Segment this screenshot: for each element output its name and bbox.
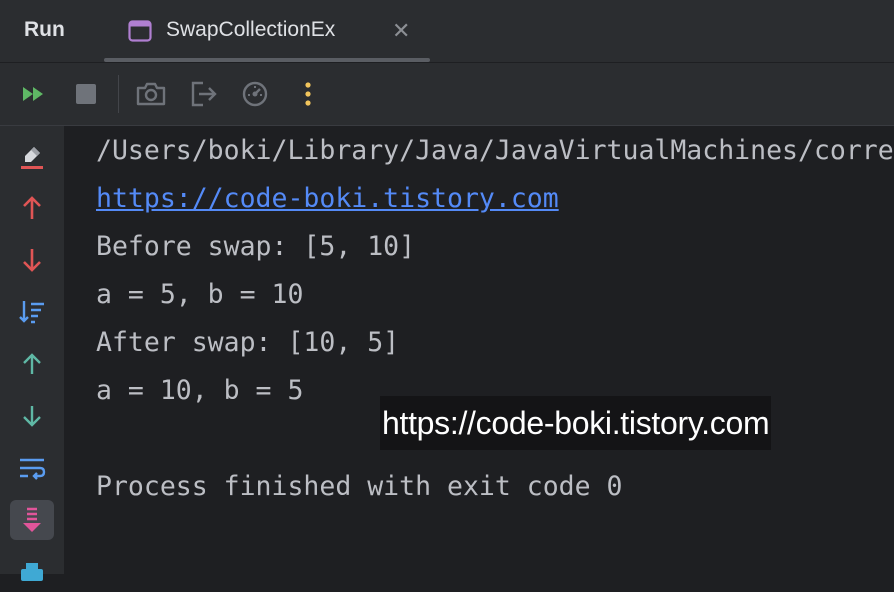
watermark-text: https://code-boki.tistory.com: [380, 396, 772, 450]
tab-selection-indicator: [104, 58, 430, 62]
console-line-before-swap: Before swap: [5, 10]: [96, 231, 416, 262]
tab-swapcollectionex[interactable]: SwapCollectionEx ✕: [104, 0, 430, 62]
tab-label: SwapCollectionEx: [166, 18, 336, 41]
scroll-to-end-icon[interactable]: [10, 500, 54, 540]
console-line-values-after: a = 10, b = 5: [96, 375, 304, 406]
sort-icon[interactable]: [10, 292, 54, 332]
console-output[interactable]: /Users/boki/Library/Java/JavaVirtualMach…: [64, 126, 894, 574]
more-icon[interactable]: [291, 77, 325, 111]
console-window-icon: [128, 20, 152, 47]
up-icon[interactable]: [10, 344, 54, 384]
console-line-process-finished: Process finished with exit code 0: [96, 471, 623, 502]
console-line-after-swap: After swap: [10, 5]: [96, 327, 400, 358]
exit-icon[interactable]: [187, 77, 221, 111]
run-toolbar: [0, 63, 894, 126]
soft-wrap-icon[interactable]: [10, 448, 54, 488]
arrow-down-icon[interactable]: [10, 240, 54, 280]
profiler-icon[interactable]: [238, 77, 272, 111]
console-line-values-before: a = 5, b = 10: [96, 279, 304, 310]
down-icon[interactable]: [10, 396, 54, 436]
clear-icon[interactable]: [10, 136, 54, 176]
arrow-up-icon[interactable]: [10, 188, 54, 228]
toolbar-separator: [118, 75, 119, 113]
console-side-toolbar: [0, 126, 64, 581]
print-icon[interactable]: [10, 552, 54, 592]
close-icon[interactable]: ✕: [392, 18, 410, 44]
rerun-icon[interactable]: [17, 77, 51, 111]
console-line-java-path: /Users/boki/Library/Java/JavaVirtualMach…: [96, 135, 894, 166]
camera-icon[interactable]: [134, 77, 168, 111]
stop-icon[interactable]: [69, 77, 103, 111]
console-line-link[interactable]: https://code-boki.tistory.com: [96, 184, 559, 214]
run-tool-window-title: Run: [24, 18, 65, 41]
tool-window-header: Run SwapCollectionEx ✕: [0, 0, 894, 63]
